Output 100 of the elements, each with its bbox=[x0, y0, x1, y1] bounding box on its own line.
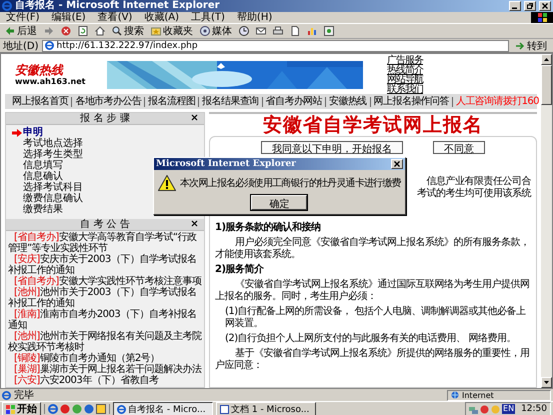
scroll-up-button[interactable] bbox=[541, 54, 552, 65]
menu-item[interactable]: 查看(V) bbox=[92, 12, 138, 23]
menu-item[interactable]: 编辑(E) bbox=[46, 12, 92, 23]
address-field[interactable]: http://61.132.222.97/index.php bbox=[42, 40, 509, 52]
header-link[interactable]: 联系我们 bbox=[387, 84, 423, 94]
terms-text: 用户必须完全同意《安徽省自学考试网上报名系统》的所有服务条款，才能使用该套系统。 bbox=[215, 237, 530, 261]
search-button[interactable]: 搜索 bbox=[110, 24, 146, 38]
step-link[interactable]: 考试地点选择 bbox=[12, 138, 204, 149]
notice-link[interactable]: [淮南]淮南市自考办2003（下）自考补报名通知 bbox=[8, 309, 202, 331]
close-icon bbox=[542, 3, 548, 9]
minimize-button[interactable] bbox=[509, 1, 521, 11]
nav-link[interactable]: 报名结果查询 bbox=[198, 96, 262, 106]
nav-link[interactable]: 各地市考办公告 bbox=[71, 96, 144, 106]
refresh-button[interactable] bbox=[76, 24, 90, 38]
panel-title: 自 考 公 告 bbox=[80, 219, 130, 230]
dialog-title: Microsoft Internet Explorer bbox=[156, 159, 296, 169]
go-arrow-icon bbox=[515, 40, 525, 50]
terms-text: (1)自行配备上网的所需设备， 包括个人电脑、调制解调器或其他必备上网装置。 bbox=[224, 306, 526, 330]
notice-link[interactable]: [省自考办]安徽大学高等教育自学考试“行政管理”等专业实践性环节 bbox=[8, 232, 202, 254]
forward-arrow-icon bbox=[44, 26, 54, 36]
address-label: 地址(D) bbox=[3, 40, 39, 52]
maximize-button[interactable] bbox=[524, 1, 536, 11]
page-title: 安徽省自学考试网上报名 bbox=[209, 112, 537, 136]
notice-link[interactable]: [池州]池州市关于网络报名有关问题及主考院校实践环节考核时 bbox=[8, 331, 202, 353]
history-button[interactable] bbox=[237, 24, 251, 38]
media-icon bbox=[200, 26, 210, 36]
square-icon bbox=[96, 404, 106, 414]
menu-item[interactable]: 工具(T) bbox=[185, 12, 231, 23]
dialog-message: 本次网上报名必须使用工商银行的牡丹灵通卡进行缴费 bbox=[180, 176, 401, 190]
nav-link[interactable]: 网上报名首页 bbox=[9, 96, 72, 106]
notice-link[interactable]: [铜陵]铜陵市自考办通知（第2号） bbox=[8, 353, 202, 364]
home-icon bbox=[95, 26, 105, 36]
terms-text: 信息产业有限责任公司合 bbox=[426, 176, 531, 188]
printer-icon bbox=[273, 26, 283, 36]
ok-button[interactable]: 确定 bbox=[251, 195, 308, 210]
menu-item[interactable]: 文件(F) bbox=[0, 12, 46, 23]
header-link[interactable]: 热线简介 bbox=[387, 66, 423, 75]
nav-link[interactable]: 报名流程图 bbox=[144, 96, 198, 106]
page-icon bbox=[44, 41, 54, 50]
back-button[interactable]: 后退 bbox=[3, 24, 39, 38]
go-button[interactable]: 转到 bbox=[512, 40, 550, 52]
language-indicator[interactable]: EN bbox=[502, 404, 516, 414]
close-button[interactable] bbox=[539, 1, 551, 11]
close-icon bbox=[394, 161, 400, 167]
task-button[interactable]: 文档 1 - Microso... bbox=[216, 402, 316, 415]
notice-link[interactable]: [池州]池州市关于2003（下）自学考试报名补报工作的通知 bbox=[8, 287, 202, 309]
menu-item[interactable]: 帮助(H) bbox=[230, 12, 278, 23]
mail-icon bbox=[256, 26, 266, 36]
stop-button[interactable] bbox=[59, 24, 73, 38]
messenger-button[interactable] bbox=[322, 24, 336, 38]
search-icon bbox=[112, 26, 122, 36]
notice-link[interactable]: [六安]六安2003年（下）省教自考 bbox=[8, 375, 202, 386]
media-button[interactable]: 媒体 bbox=[198, 24, 234, 38]
task-button[interactable]: 自考报名 - Micro... bbox=[113, 402, 213, 415]
zone-text: Internet bbox=[462, 390, 494, 400]
site-logo[interactable]: 安徽热线 bbox=[15, 64, 63, 77]
history-icon bbox=[239, 26, 249, 36]
disagree-button[interactable]: 不同意 bbox=[433, 141, 485, 154]
terms-text: (2)自行负担个人上网所支付的与此服务有关的电话费用、 网络费用。 bbox=[224, 333, 517, 345]
header-link[interactable]: 广告服务 bbox=[387, 56, 423, 66]
section-heading: 2)服务简介 bbox=[215, 264, 265, 276]
document-icon bbox=[290, 26, 300, 36]
messenger-icon bbox=[324, 26, 334, 36]
panel-title: 报 名 步 骤 bbox=[80, 113, 130, 124]
back-arrow-icon bbox=[5, 26, 15, 36]
stop-icon bbox=[61, 26, 71, 36]
status-text: 完毕 bbox=[14, 390, 35, 400]
nav-link[interactable]: 省自考办网站 bbox=[262, 96, 326, 106]
down-arrow-icon bbox=[544, 381, 549, 384]
globe-icon bbox=[451, 391, 459, 399]
section-heading: 1)服务条款的确认和接纳 bbox=[215, 222, 322, 234]
scroll-down-button[interactable] bbox=[541, 377, 552, 388]
favorites-button[interactable]: 收藏夹 bbox=[149, 24, 195, 38]
notice-link[interactable]: [省自考办]安徽大学实践性环节考核注意事项 bbox=[8, 276, 202, 287]
windows-flag-icon bbox=[538, 13, 546, 22]
chart-icon bbox=[307, 26, 317, 36]
step-link[interactable]: 选择考生类型 bbox=[12, 149, 204, 160]
scrollbar[interactable] bbox=[541, 54, 552, 388]
notice-link[interactable]: [巢湖]巢湖市关于网上报名若干问题解决办法 bbox=[8, 364, 202, 375]
ie-icon bbox=[2, 1, 12, 11]
document-icon bbox=[220, 404, 229, 414]
nav-link[interactable]: 网上报名操作问答 bbox=[370, 96, 452, 106]
scrollbar-thumb[interactable] bbox=[541, 65, 552, 105]
circle-icon bbox=[84, 404, 94, 414]
menu-item[interactable]: 收藏(A) bbox=[138, 12, 185, 23]
circle-icon bbox=[491, 404, 500, 414]
home-button[interactable] bbox=[93, 24, 107, 38]
up-arrow-icon bbox=[544, 58, 549, 61]
step-link[interactable]: 申明 bbox=[12, 127, 204, 138]
terms-text: 基于《安徽省自学考试网上报名系统》所提供的网络服务的重要性，用户应同意： bbox=[215, 348, 530, 372]
close-button[interactable] bbox=[390, 159, 403, 169]
notice-link[interactable]: [安庆]安庆市关于2003（下）自学考试报名补报工作的通知 bbox=[8, 254, 202, 276]
restore-icon bbox=[527, 3, 533, 9]
nav-link[interactable]: 安徽热线 bbox=[325, 96, 370, 106]
agree-button[interactable]: 我同意以下申明，开始报名 bbox=[261, 141, 403, 154]
windows-flag-icon bbox=[6, 404, 15, 414]
start-button[interactable]: 开始 bbox=[2, 402, 41, 415]
ie-icon bbox=[48, 404, 58, 414]
network-icon bbox=[469, 404, 478, 414]
terms-text: 考试的考生均可使用该系统 bbox=[417, 188, 531, 200]
